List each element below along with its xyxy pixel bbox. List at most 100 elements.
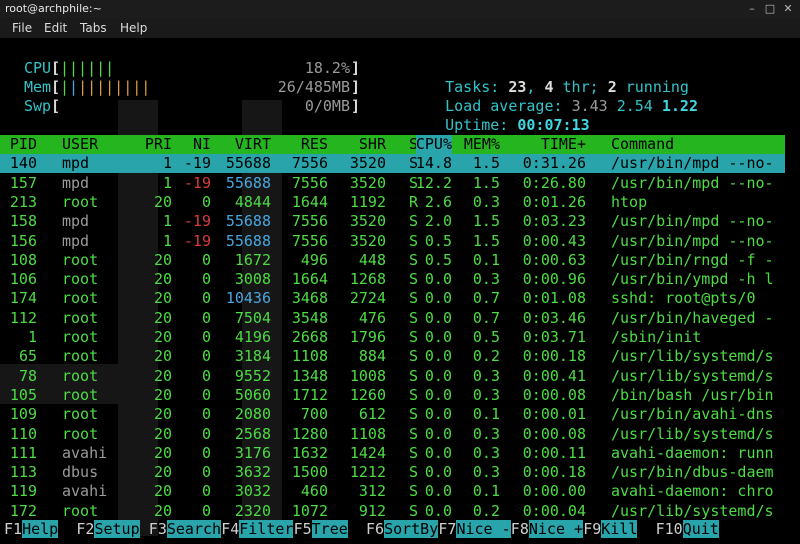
cell-pid: 65: [18, 347, 37, 366]
process-row[interactable]: 78 root 20 0 9552 1348 1008 S 0.0 0.3 0:00.41/usr/…: [0, 367, 785, 386]
process-row[interactable]: 106 root 20 0 3008 1664 1268 S 0.0 0.3 0:00.96/usr…: [0, 270, 785, 289]
column-header-res[interactable]: RES: [301, 135, 328, 154]
column-header-cpu[interactable]: CPU%: [415, 135, 452, 154]
cell-cpu: 0.0: [424, 463, 452, 482]
column-header-user[interactable]: USER: [62, 135, 98, 154]
fkey-quit-button[interactable]: F10Quit: [656, 520, 719, 539]
cell-shr: 1192: [349, 192, 386, 211]
menu-file[interactable]: File: [12, 21, 32, 35]
process-row[interactable]: 65 root 20 0 3184 1108 884 S 0.0 0.2 0:00.18/usr/l…: [0, 347, 785, 366]
minimize-button[interactable]: –: [744, 1, 760, 16]
column-header-virt[interactable]: VIRT: [235, 135, 271, 154]
fkey-sortby-button[interactable]: F6SortBy: [366, 520, 439, 539]
fkey-setup-button[interactable]: F2Setup: [76, 520, 140, 539]
cell-cpu: 0.0: [424, 308, 452, 327]
fkey-nice-button[interactable]: F8Nice +: [510, 520, 584, 539]
maximize-button[interactable]: □: [762, 1, 778, 16]
process-row[interactable]: 156 mpd 1 -19 55688 7556 3520 S 0.5 1.5 0:00.43/us…: [0, 232, 785, 251]
column-header-command[interactable]: Command: [611, 135, 674, 154]
cell-cmd: /usr/lib/systemd/s: [611, 501, 774, 520]
cell-res: 1348: [291, 366, 328, 385]
cell-res: 7556: [291, 154, 328, 173]
column-header-pid[interactable]: PID: [10, 135, 37, 154]
cell-pri: 20: [153, 308, 172, 327]
cell-s: S: [409, 347, 419, 366]
swp-value: 0/0MB: [304, 97, 350, 115]
fkey-label: Search: [166, 520, 222, 538]
fkey-tree-button[interactable]: F5Tree: [294, 520, 348, 539]
process-row[interactable]: 172 root 20 0 2320 1072 912 S 0.0 0.2 0:00.04/usr/…: [0, 502, 785, 521]
process-row[interactable]: 157 mpd 1 -19 55688 7556 3520 S 12.2 1.5 0:26.80/u…: [0, 174, 785, 193]
process-row[interactable]: 110 root 20 0 2568 1280 1108 S 0.0 0.3 0:00.08/usr…: [0, 425, 785, 444]
menu-edit[interactable]: Edit: [44, 21, 67, 35]
column-header-shr[interactable]: SHR: [359, 135, 386, 154]
cell-ni: 0: [201, 192, 211, 211]
cell-user: root: [62, 366, 99, 385]
cell-ni: -19: [183, 212, 211, 231]
cell-res: 1108: [291, 347, 328, 366]
cell-res: 1664: [291, 270, 328, 289]
cell-ni: 0: [201, 501, 211, 520]
cell-ni: -19: [183, 154, 211, 173]
fkey-kill-button[interactable]: F9Kill: [583, 520, 638, 539]
process-row[interactable]: 109 root 20 0 2080 700 612 S 0.0 0.1 0:00.01/usr/b…: [0, 405, 785, 424]
cell-pid: 156: [9, 231, 37, 250]
cell-cpu: 0.0: [424, 328, 452, 346]
menu-tabs[interactable]: Tabs: [80, 21, 107, 35]
cell-s: S: [409, 366, 419, 385]
cell-pri: 20: [153, 328, 172, 346]
cell-pri: 1: [162, 231, 172, 250]
process-row[interactable]: 111 avahi 20 0 3176 1632 1424 S 0.0 0.3 0:00.11 ava…: [0, 444, 785, 463]
cell-virt: 4844: [234, 192, 271, 211]
process-row[interactable]: 119 avahi 20 0 3032 460 312 S 0.0 0.1 0:00.00 avahi…: [0, 482, 785, 501]
fkey-label: Tree: [311, 520, 348, 538]
process-row[interactable]: 113 dbus 20 0 3632 1500 1212 S 0.0 0.3 0:00.18/usr…: [0, 463, 785, 482]
cell-cmd: /usr/bin/mpd --no-: [611, 173, 774, 192]
fkey-nice-button[interactable]: F7Nice -: [438, 520, 511, 539]
cell-s: S: [409, 443, 419, 462]
process-row[interactable]: 105 root 20 0 5060 1712 1260 S 0.0 0.3 0:00.08/bin…: [0, 386, 785, 405]
cell-ni: 0: [201, 424, 211, 443]
column-header-time[interactable]: TIME+: [541, 135, 586, 154]
load-average-line: Load average: 3.43 2.54 1.22: [445, 97, 698, 115]
process-row[interactable]: 140 mpd 1 -19 55688 7556 3520 S 14.8 1.5 0:31.26/u…: [0, 154, 785, 174]
process-row[interactable]: 174 root 20 0 10436 3468 2724 S 0.0 0.7 0:01.08 ssh…: [0, 289, 785, 308]
cell-cpu: 0.0: [424, 482, 452, 501]
cell-s: S: [409, 250, 419, 269]
fkey-number: F6: [366, 520, 385, 538]
close-button[interactable]: ✕: [780, 1, 796, 16]
cell-shr: 612: [358, 405, 386, 424]
fkey-filter-button[interactable]: F4Filter: [221, 520, 294, 539]
cell-pid: 113: [9, 463, 37, 482]
column-header-ni[interactable]: NI: [193, 135, 211, 154]
cell-res: 1500: [291, 463, 328, 482]
cell-virt: 55688: [225, 231, 271, 250]
cell-cmd: avahi-daemon: chro: [611, 482, 774, 501]
cpu-value: 18.2%: [304, 59, 350, 77]
process-row[interactable]: 1 root 20 0 4196 2668 1796 S 0.0 0.5 0:03.71/sbin/…: [0, 328, 785, 347]
cell-time: 0:00.01: [522, 405, 586, 424]
cell-pri: 20: [153, 270, 172, 289]
cell-mem: 0.2: [472, 501, 500, 520]
column-header-mem[interactable]: MEM%: [464, 135, 500, 154]
process-row[interactable]: 108 root 20 0 1672 496 448 S 0.5 0.1 0:00.63/usr/b…: [0, 251, 785, 270]
fkey-help-button[interactable]: F1Help: [4, 520, 59, 539]
menu-help[interactable]: Help: [120, 21, 147, 35]
cell-ni: 0: [201, 443, 211, 462]
process-row[interactable]: 158 mpd 1 -19 55688 7556 3520 S 2.0 1.5 0:03.23/us…: [0, 212, 785, 231]
cell-time: 0:00.11: [522, 443, 586, 462]
cell-mem: 1.5: [472, 212, 500, 231]
cell-cmd: /usr/bin/mpd --no-: [611, 231, 774, 250]
cell-virt: 3032: [234, 482, 271, 501]
cell-shr: 1268: [349, 270, 386, 289]
column-header-row[interactable]: PID USER PRI NI VIRT RES SHR S CPU% MEM% TIME+ Comm…: [0, 135, 785, 154]
process-row[interactable]: 213 root 20 0 4844 1644 1192 R 2.6 0.3 0:01.26 htop: [0, 193, 785, 212]
cell-user: root: [62, 347, 99, 366]
cell-pri: 1: [162, 154, 172, 173]
cell-ni: 0: [201, 347, 211, 366]
column-header-pri[interactable]: PRI: [145, 135, 172, 154]
fkey-search-button[interactable]: F3Search: [149, 520, 222, 539]
process-row[interactable]: 112 root 20 0 7504 3548 476 S 0.0 0.7 0:03.46/usr/…: [0, 309, 785, 328]
terminal-area[interactable]: CPU[|||||| 18.2%] Mem[|||||||||| 26/485MB]…: [0, 38, 800, 544]
fkey-number: F8: [510, 520, 529, 538]
